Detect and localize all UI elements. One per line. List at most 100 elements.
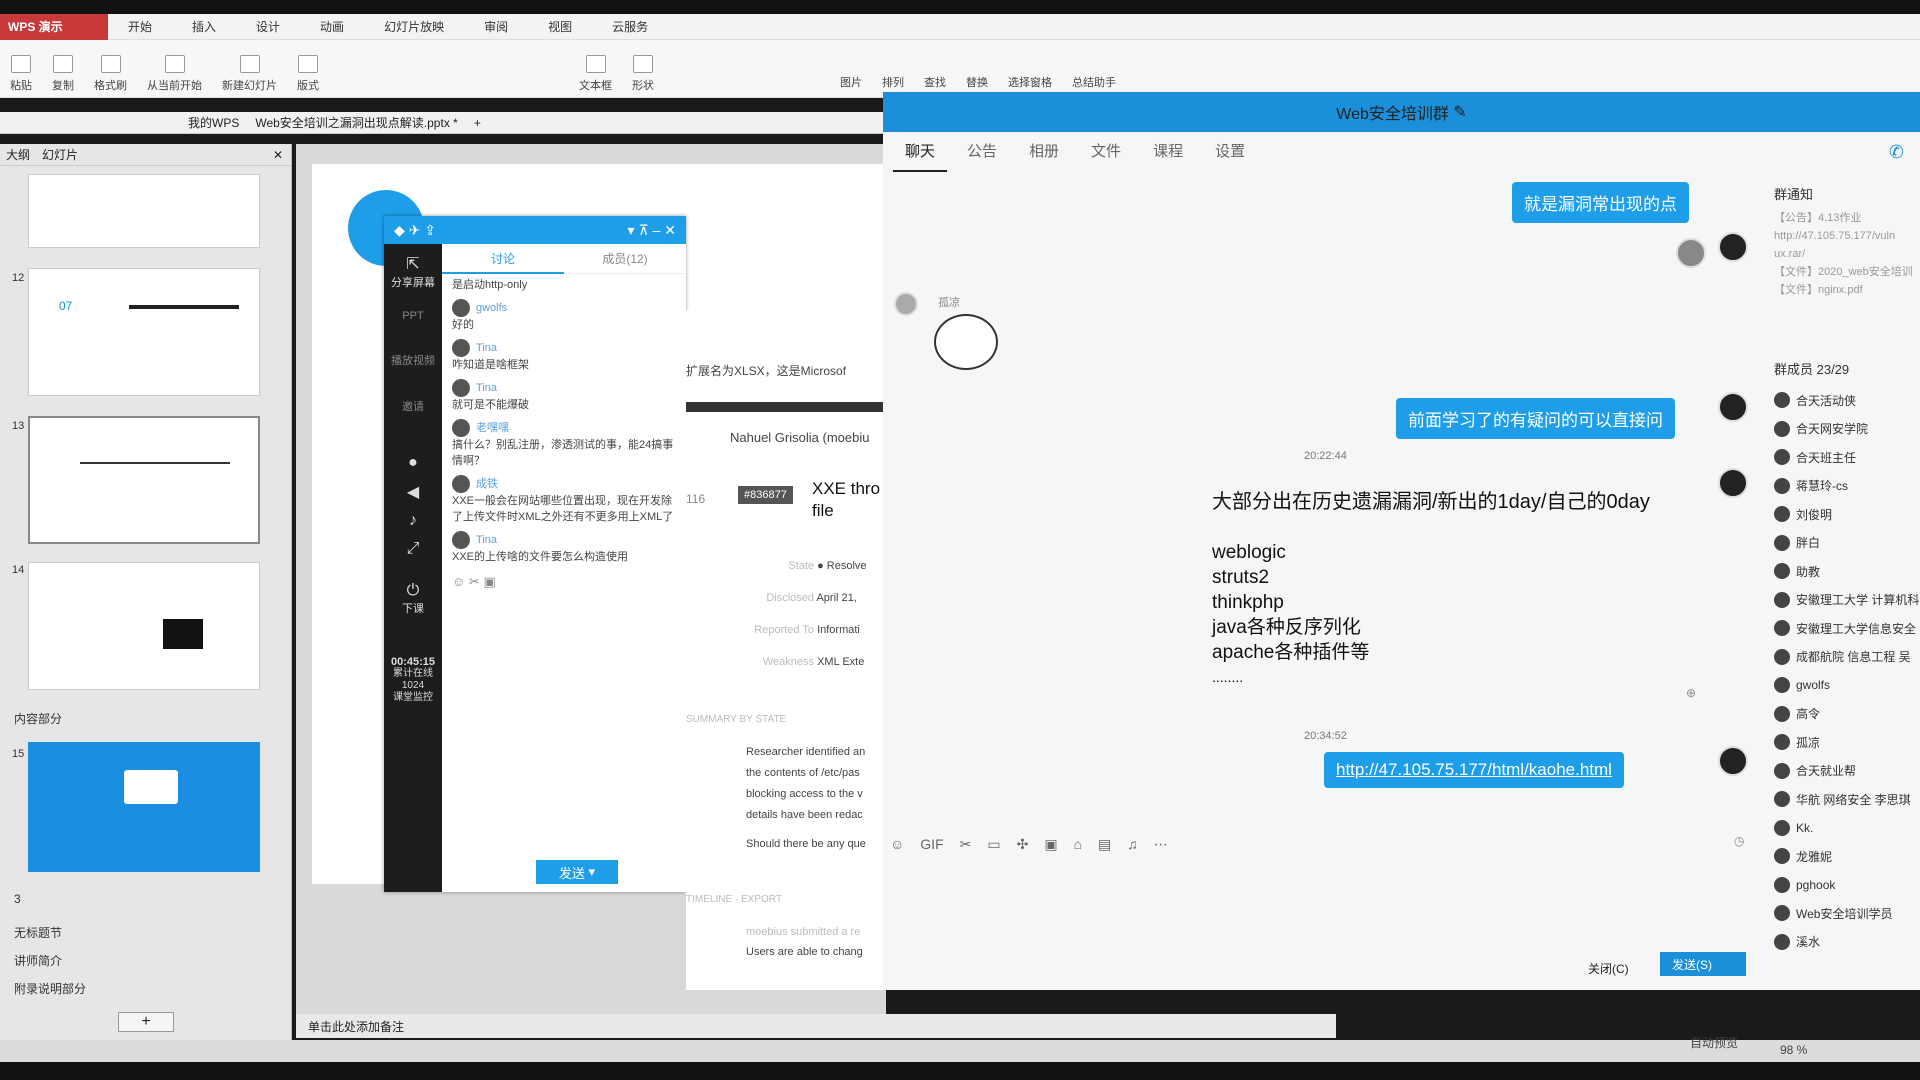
- tab-members[interactable]: 成员(12): [564, 250, 686, 267]
- notice-item[interactable]: 【文件】nginx.pdf: [1774, 281, 1920, 299]
- invite-button[interactable]: 邀请: [402, 398, 424, 414]
- close-icon[interactable]: ✕: [273, 148, 283, 162]
- image-icon[interactable]: ▣: [1044, 836, 1057, 853]
- more-icon[interactable]: ⋯: [1154, 836, 1168, 853]
- send-button[interactable]: 发送(S): [1660, 952, 1746, 976]
- tab-course[interactable]: 课程: [1141, 132, 1195, 172]
- tab-chat[interactable]: 聊天: [893, 132, 948, 172]
- menu-home[interactable]: 开始: [108, 18, 172, 35]
- member-item[interactable]: 成都航院 信息工程 吴: [1774, 643, 1920, 672]
- member-item[interactable]: 华航 网络安全 李思琪: [1774, 785, 1920, 814]
- tab-files[interactable]: 文件: [1079, 132, 1133, 172]
- section-lecturer[interactable]: 讲师简介: [14, 952, 62, 969]
- notice-item[interactable]: 【公告】4.13作业: [1774, 209, 1920, 227]
- gif-icon[interactable]: GIF: [920, 836, 943, 853]
- textbox-button[interactable]: 文本框: [569, 55, 622, 93]
- red-packet-icon[interactable]: ▤: [1098, 836, 1111, 853]
- member-item[interactable]: Web安全培训学员: [1774, 899, 1920, 928]
- shake-icon[interactable]: ✣: [1017, 836, 1029, 853]
- member-item[interactable]: 刘俊明: [1774, 500, 1920, 529]
- report-author[interactable]: Nahuel Grisolia (moebiu: [730, 430, 869, 445]
- member-item[interactable]: 合天活动侠: [1774, 386, 1920, 415]
- scissors-icon[interactable]: ✂: [960, 836, 972, 853]
- tab-document[interactable]: Web安全培训之漏洞出现点解读.pptx *: [255, 114, 457, 131]
- member-item[interactable]: 孤凉: [1774, 728, 1920, 757]
- shape-button[interactable]: 形状: [622, 55, 664, 93]
- tab-announcement[interactable]: 公告: [955, 132, 1009, 172]
- member-item[interactable]: 安徽理工大学信息安全: [1774, 614, 1920, 643]
- menu-cloud[interactable]: 云服务: [592, 18, 668, 35]
- image-icon[interactable]: ▣: [483, 574, 495, 589]
- section-untitled[interactable]: 无标题节: [14, 924, 62, 941]
- menu-insert[interactable]: 插入: [172, 18, 236, 35]
- music-icon[interactable]: ♪: [409, 512, 417, 530]
- member-item[interactable]: 助教: [1774, 557, 1920, 586]
- member-item[interactable]: 胖白: [1774, 529, 1920, 558]
- add-slide-button[interactable]: +: [118, 1012, 174, 1032]
- zoom-level[interactable]: 98 %: [1780, 1043, 1807, 1057]
- member-item[interactable]: 龙雅妮: [1774, 842, 1920, 871]
- qq-toolbar-icons[interactable]: ◆ ✈ ⇪: [394, 222, 436, 239]
- play-from-current-button[interactable]: 从当前开始: [137, 55, 212, 93]
- gift-icon[interactable]: ⌂: [1074, 836, 1082, 853]
- copy-button[interactable]: 复制: [42, 55, 84, 93]
- section-3[interactable]: 3: [14, 892, 21, 906]
- wps-app-menu[interactable]: WPS 演示: [0, 13, 108, 40]
- paste-button[interactable]: 粘贴: [0, 55, 42, 93]
- phone-icon[interactable]: ✆: [1889, 142, 1904, 163]
- menu-design[interactable]: 设计: [236, 18, 300, 35]
- layout-button[interactable]: 版式: [287, 55, 329, 93]
- menu-view[interactable]: 视图: [528, 18, 592, 35]
- link-bubble[interactable]: http://47.105.75.177/html/kaohe.html: [1324, 752, 1624, 788]
- notice-item[interactable]: http://47.105.75.177/vuln: [1774, 227, 1920, 245]
- notice-item[interactable]: 【文件】2020_web安全培训: [1774, 263, 1920, 281]
- find-button[interactable]: 查找: [914, 74, 956, 90]
- member-item[interactable]: 合天就业帮: [1774, 757, 1920, 786]
- emoji-icon[interactable]: ☺: [890, 836, 904, 853]
- tab-outline[interactable]: 大纲: [6, 146, 30, 163]
- slide-thumb-13[interactable]: [28, 416, 260, 544]
- chat-input-toolbar[interactable]: ☺ ✂ ▣: [442, 568, 686, 596]
- group-title[interactable]: Web安全培训群: [1336, 100, 1449, 124]
- end-class-button[interactable]: ⏻ 下课: [402, 582, 424, 616]
- qq-send-button[interactable]: 发送 ▾: [536, 860, 618, 884]
- selection-pane-button[interactable]: 选择窗格: [998, 74, 1062, 90]
- slide-thumb-14[interactable]: [28, 562, 260, 690]
- emoji-icon[interactable]: ☺: [452, 574, 465, 589]
- tab-album[interactable]: 相册: [1017, 132, 1071, 172]
- edit-icon[interactable]: ✎: [1453, 102, 1466, 122]
- tab-discussion[interactable]: 讨论: [442, 244, 564, 274]
- fullscreen-icon[interactable]: ⤢: [407, 540, 420, 558]
- close-button[interactable]: 关闭(C): [1576, 956, 1641, 981]
- folder-icon[interactable]: ▭: [987, 836, 1000, 853]
- member-item[interactable]: 溪水: [1774, 928, 1920, 957]
- member-item[interactable]: 安徽理工大学 计算机科: [1774, 586, 1920, 615]
- bell-icon[interactable]: ♫: [1127, 836, 1138, 853]
- new-slide-button[interactable]: 新建幻灯片: [212, 55, 287, 93]
- format-painter-button[interactable]: 格式刷: [84, 55, 137, 93]
- play-video-button[interactable]: 播放视频: [391, 352, 435, 368]
- member-item[interactable]: 高令: [1774, 700, 1920, 729]
- member-item[interactable]: 合天班主任: [1774, 443, 1920, 472]
- section-appendix[interactable]: 附录说明部分: [14, 980, 86, 997]
- speaker-icon[interactable]: ◀: [407, 482, 419, 502]
- replace-button[interactable]: 替换: [956, 74, 998, 90]
- tab-settings[interactable]: 设置: [1203, 132, 1257, 172]
- mic-icon[interactable]: ●: [408, 454, 418, 472]
- tab-my-wps[interactable]: 我的WPS: [188, 114, 239, 131]
- notes-pane[interactable]: 单击此处添加备注: [296, 1014, 1336, 1038]
- member-item[interactable]: gwolfs: [1774, 671, 1920, 700]
- arrange-button[interactable]: 排列: [872, 74, 914, 90]
- qq-window-controls[interactable]: ▾ ⊼ – ✕: [628, 222, 676, 239]
- slide-thumb-12[interactable]: 07: [28, 268, 260, 396]
- summary-assistant-button[interactable]: 总结助手: [1062, 74, 1126, 90]
- picture-button[interactable]: 图片: [830, 74, 872, 90]
- zoom-icon[interactable]: ⊕: [1686, 686, 1696, 700]
- scissors-icon[interactable]: ✂: [469, 574, 480, 589]
- share-screen-button[interactable]: ⇱ 分享屏幕: [391, 254, 435, 290]
- section-content[interactable]: 内容部分: [14, 710, 62, 727]
- member-item[interactable]: pghook: [1774, 871, 1920, 900]
- history-icon[interactable]: ◷: [1734, 834, 1744, 848]
- member-item[interactable]: Kk.: [1774, 814, 1920, 843]
- notice-item[interactable]: ux.rar/: [1774, 245, 1920, 263]
